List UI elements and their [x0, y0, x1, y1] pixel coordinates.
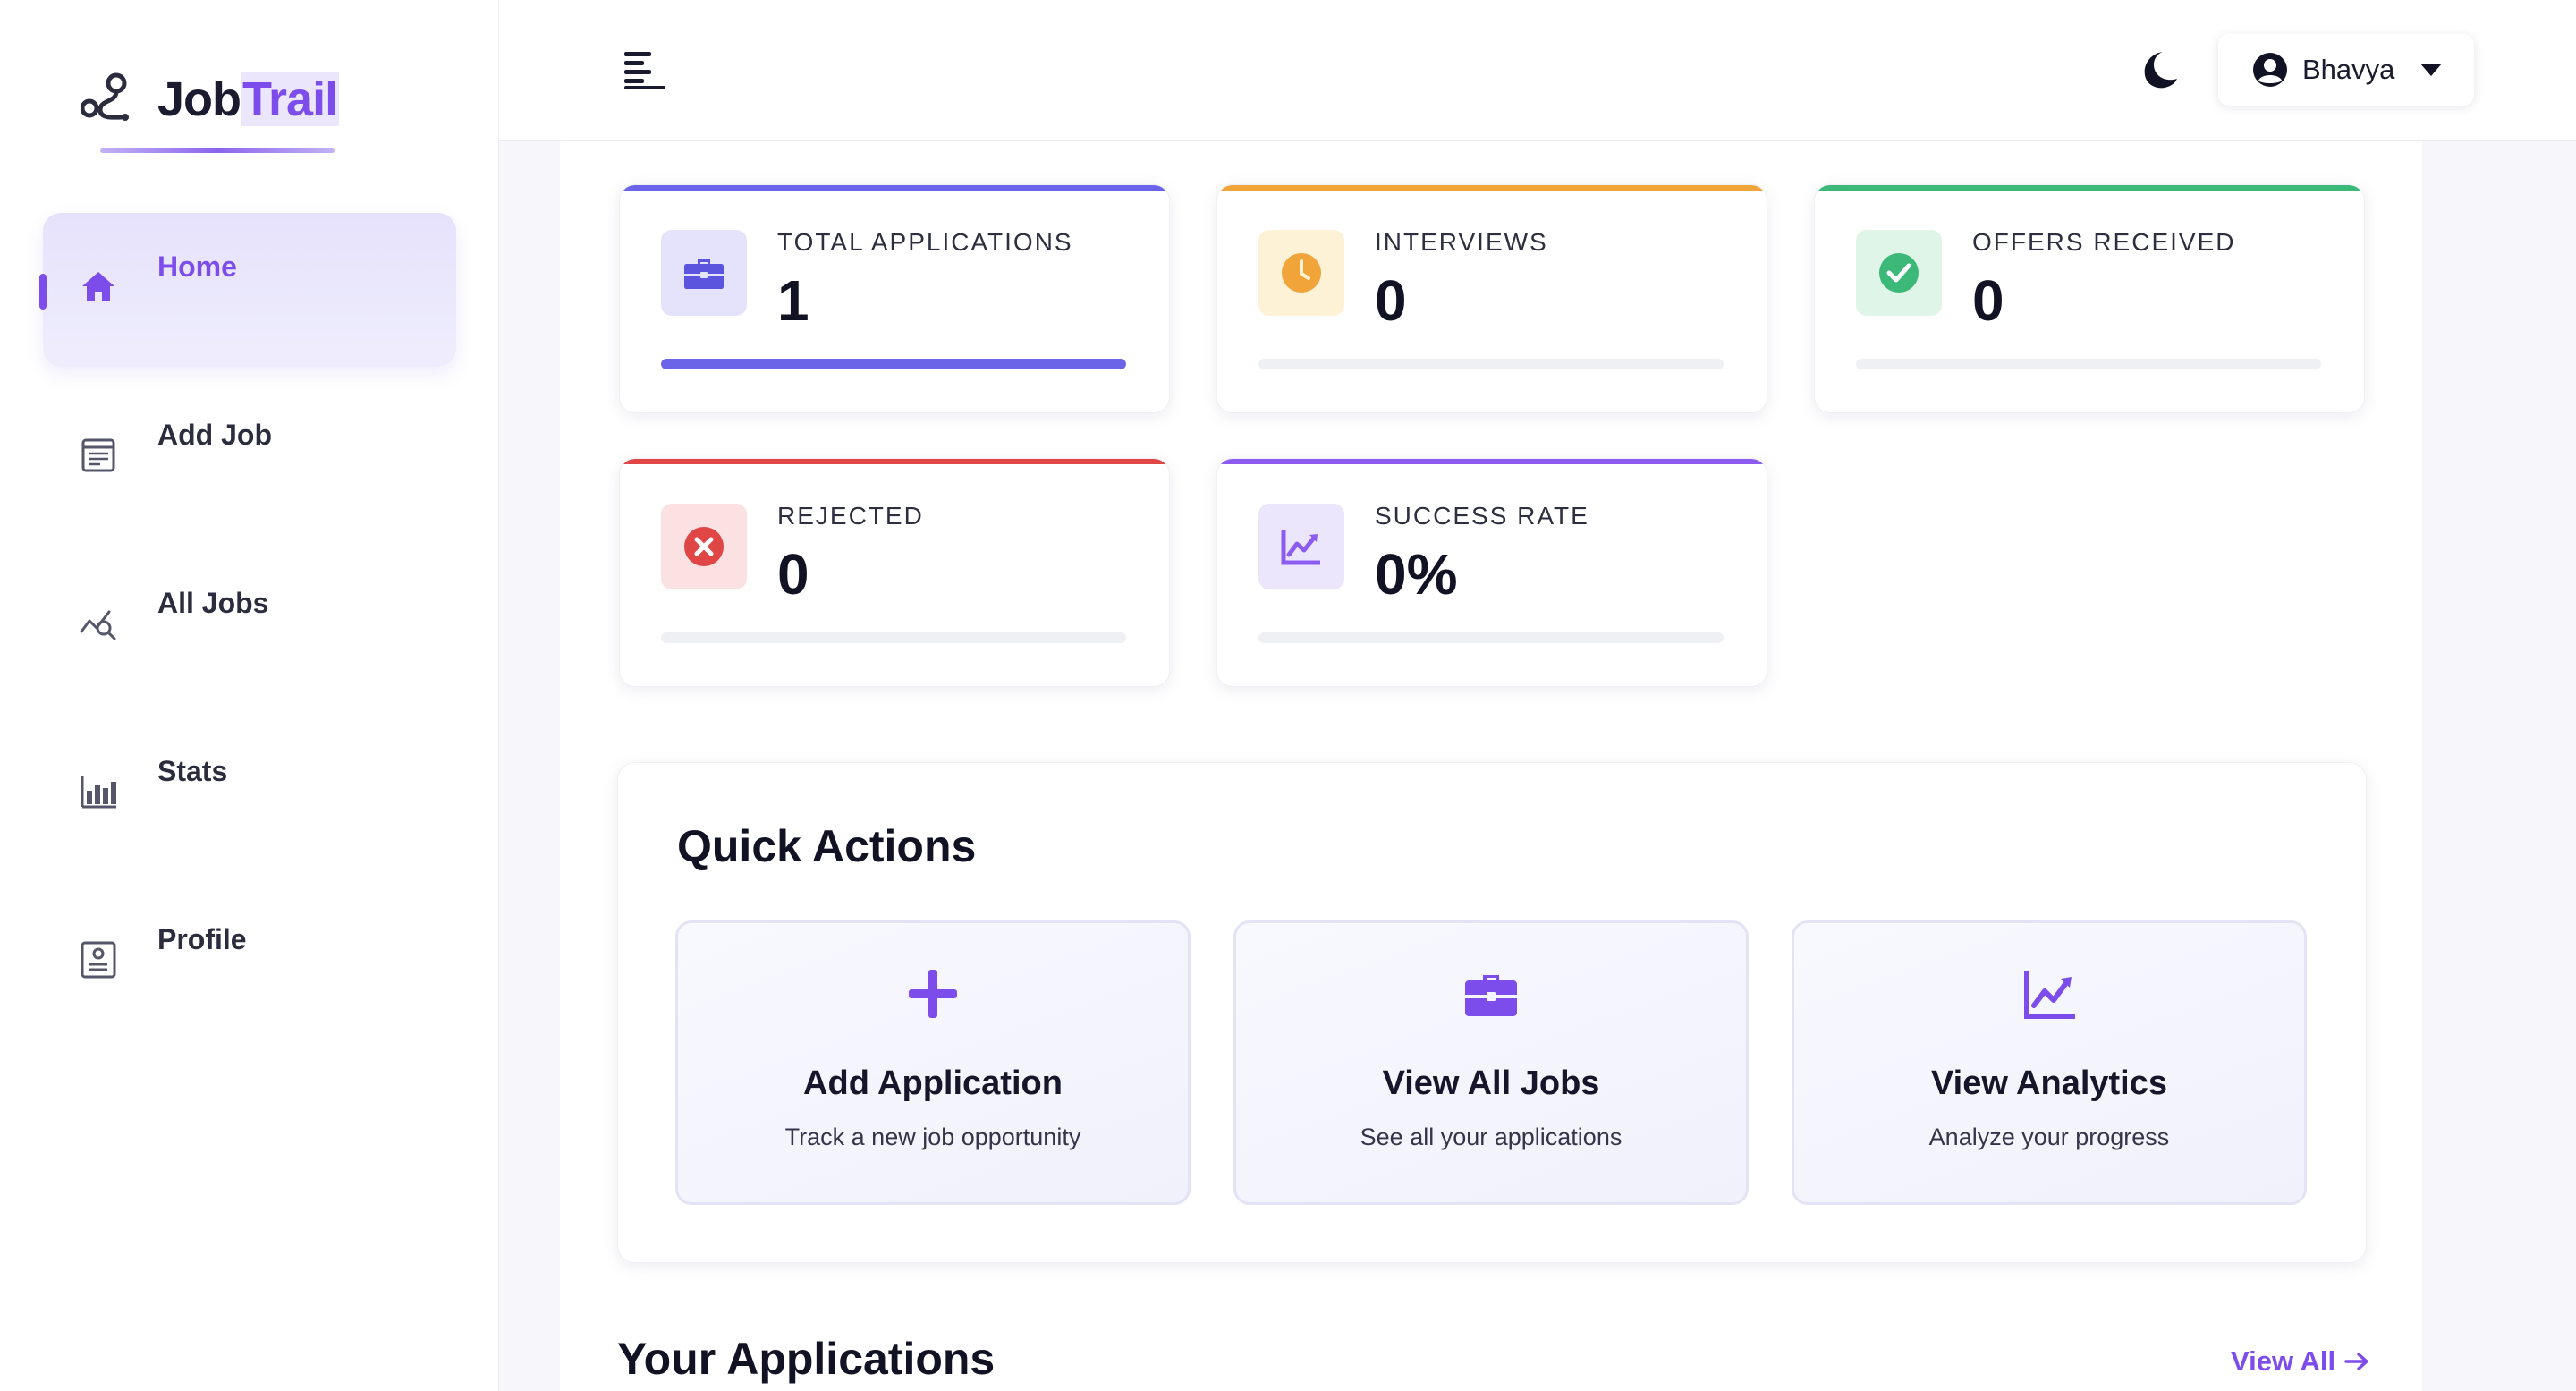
stat-value: 0 — [1972, 268, 2004, 333]
logo-text-job: Job — [157, 72, 242, 126]
x-circle-icon — [684, 527, 724, 566]
stat-card-total-applications: TOTAL APPLICATIONS 1 — [619, 184, 1170, 413]
stat-progress-fill — [661, 359, 1126, 369]
chart-line-icon — [2024, 971, 2075, 1019]
top-bar: Bhavya — [499, 0, 2576, 141]
stat-card-offers-received: OFFERS RECEIVED 0 — [1814, 184, 2365, 413]
stat-label: TOTAL APPLICATIONS — [777, 228, 1073, 256]
stat-label: REJECTED — [777, 502, 924, 530]
chart-line-icon — [1281, 530, 1320, 565]
view-all-link[interactable]: View All — [2231, 1345, 2369, 1378]
logo-text-trail: Trail — [241, 72, 340, 126]
stat-progress-bar — [1258, 632, 1724, 643]
stat-value: 1 — [777, 268, 809, 333]
briefcase-icon — [684, 259, 724, 289]
quick-actions-title: Quick Actions — [677, 821, 977, 871]
stat-icon-box — [1258, 504, 1344, 589]
user-circle-icon — [2253, 53, 2287, 87]
sidebar-item-label: Profile — [157, 923, 247, 955]
stat-label: SUCCESS RATE — [1375, 502, 1589, 530]
logo-divider — [100, 148, 335, 153]
sidebar-item-profile[interactable]: Profile — [43, 886, 456, 1039]
sidebar-item-stats[interactable]: Stats — [43, 717, 456, 871]
stat-progress-bar — [1258, 359, 1724, 369]
app-logo[interactable]: JobTrail — [80, 68, 340, 131]
sidebar-item-label: Stats — [157, 755, 228, 787]
quick-actions-card: Quick Actions Add Application Track a ne… — [617, 762, 2367, 1263]
applications-section-title: Your Applications — [617, 1334, 996, 1384]
stat-icon-box — [1856, 230, 1942, 316]
action-title: View All Jobs — [1382, 1064, 1600, 1102]
stat-card-rejected: REJECTED 0 — [619, 458, 1170, 687]
stat-icon-box — [661, 504, 747, 589]
action-subtitle: See all your applications — [1360, 1124, 1623, 1150]
stat-label: OFFERS RECEIVED — [1972, 228, 2236, 256]
add-job-icon — [81, 438, 115, 472]
plus-icon — [909, 970, 957, 1018]
stat-progress-bar — [1856, 359, 2321, 369]
card-accent-strip — [620, 185, 1169, 191]
action-subtitle: Analyze your progress — [1928, 1124, 2170, 1150]
view-all-jobs-button[interactable]: View All Jobs See all your applications — [1233, 920, 1749, 1205]
menu-toggle-icon[interactable] — [624, 50, 665, 89]
stat-value: 0 — [777, 542, 809, 606]
card-accent-strip — [1217, 459, 1767, 464]
card-accent-strip — [1815, 185, 2364, 191]
briefcase-icon — [1465, 975, 1517, 1016]
stat-value: 0 — [1375, 268, 1407, 333]
app-name: JobTrail — [157, 72, 340, 127]
sidebar-item-add-job[interactable]: Add Job — [43, 381, 456, 535]
view-analytics-button[interactable]: View Analytics Analyze your progress — [1792, 920, 2307, 1205]
sidebar-item-home[interactable]: Home — [39, 213, 456, 367]
action-title: Add Application — [803, 1064, 1063, 1102]
add-application-button[interactable]: Add Application Track a new job opportun… — [675, 920, 1191, 1205]
view-all-label: View All — [2231, 1345, 2336, 1377]
sidebar: JobTrail Home Add Job All Jobs Stats Pro… — [0, 0, 499, 1391]
sidebar-item-label: All Jobs — [157, 587, 269, 619]
sidebar-item-all-jobs[interactable]: All Jobs — [43, 549, 456, 703]
user-name: Bhavya — [2302, 54, 2395, 85]
clock-icon — [1282, 253, 1321, 293]
stat-label: INTERVIEWS — [1375, 228, 1548, 256]
profile-icon — [80, 941, 116, 979]
home-icon — [82, 272, 114, 301]
sidebar-item-label: Home — [157, 250, 237, 283]
stat-card-interviews: INTERVIEWS 0 — [1216, 184, 1767, 413]
moon-icon[interactable] — [2136, 48, 2179, 91]
stats-icon — [80, 776, 116, 809]
stat-progress-bar — [661, 359, 1126, 369]
card-accent-strip — [620, 459, 1169, 464]
chevron-down-icon — [2420, 64, 2443, 76]
route-icon — [80, 72, 129, 121]
action-subtitle: Track a new job opportunity — [784, 1124, 1081, 1150]
card-accent-strip — [1217, 185, 1767, 191]
stat-value: 0% — [1375, 542, 1458, 606]
all-jobs-icon — [80, 610, 116, 640]
stat-icon-box — [661, 230, 747, 316]
stat-card-success-rate: SUCCESS RATE 0% — [1216, 458, 1767, 687]
arrow-right-icon — [2344, 1353, 2368, 1370]
stat-icon-box — [1258, 230, 1344, 316]
user-menu-button[interactable]: Bhavya — [2218, 34, 2474, 106]
stat-progress-bar — [661, 632, 1126, 643]
sidebar-item-label: Add Job — [157, 419, 272, 451]
action-title: View Analytics — [1930, 1064, 2167, 1102]
check-circle-icon — [1879, 253, 1919, 293]
